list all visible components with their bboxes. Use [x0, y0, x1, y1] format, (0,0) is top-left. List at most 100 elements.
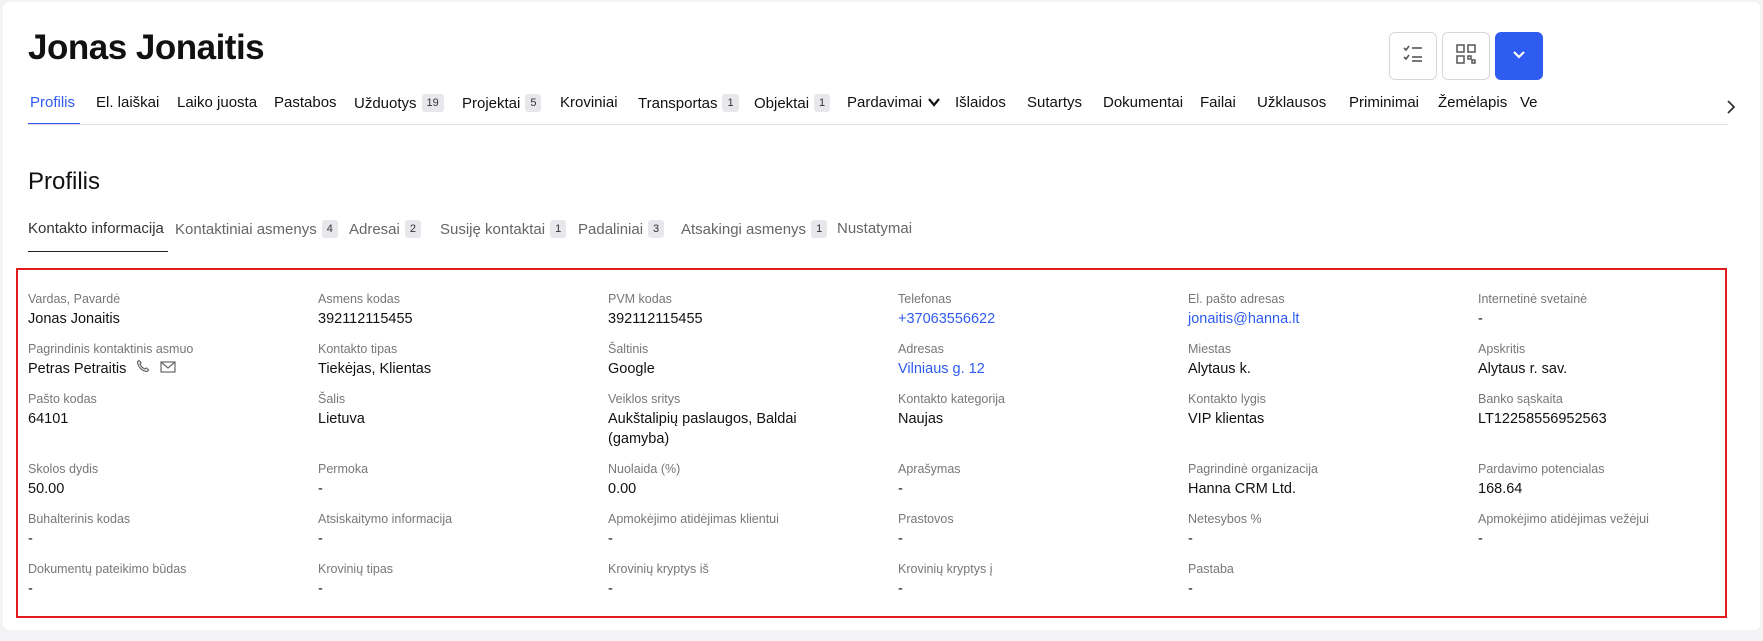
- tabs-scroll-right-icon[interactable]: [1726, 98, 1736, 119]
- field-label: Aprašymas: [898, 462, 961, 476]
- phone-link[interactable]: +37063556622: [898, 309, 1168, 329]
- subtab-atsakingi-asmenys[interactable]: Atsakingi asmenys 1: [681, 220, 828, 238]
- tab-uzklausos[interactable]: Užklausos: [1257, 94, 1326, 111]
- field-discount: Nuolaida (%) 0.00: [608, 461, 878, 499]
- qr-code-button[interactable]: [1442, 32, 1490, 80]
- address-link[interactable]: Vilniaus g. 12: [898, 359, 1168, 379]
- field-postal-code: Pašto kodas 64101: [28, 391, 298, 429]
- tab-kroviniai[interactable]: Kroviniai: [560, 94, 618, 111]
- field-value: 168.64: [1478, 481, 1523, 497]
- field-label: Pašto kodas: [28, 392, 97, 406]
- field-downtime: Prastovos -: [898, 511, 1168, 549]
- field-value: Alytaus k.: [1188, 361, 1251, 377]
- field-value: Hanna CRM Ltd.: [1188, 481, 1296, 497]
- tab-transportas[interactable]: Transportas 1: [638, 94, 739, 112]
- tab-overflow[interactable]: Ve: [1520, 94, 1538, 111]
- tab-badge: 1: [722, 94, 739, 112]
- field-debt: Skolos dydis 50.00: [28, 461, 298, 499]
- field-label: Pastaba: [1188, 562, 1234, 576]
- tab-uzduotys[interactable]: Užduotys 19: [354, 94, 444, 112]
- mail-icon[interactable]: [160, 359, 176, 379]
- field-value: 50.00: [28, 481, 65, 497]
- field-label: Šaltinis: [608, 342, 649, 356]
- subtab-kontaktiniai-asmenys[interactable]: Kontaktiniai asmenys 4: [175, 220, 338, 238]
- field-value: -: [1188, 581, 1193, 597]
- field-contact-type: Kontakto tipas Tiekėjas, Klientas: [318, 341, 588, 379]
- field-label: Vardas, Pavardė: [28, 292, 121, 306]
- field-cargo-from: Krovinių kryptys iš -: [608, 561, 878, 599]
- subtab-padaliniai[interactable]: Padaliniai 3: [578, 220, 665, 238]
- phone-icon[interactable]: [136, 359, 150, 379]
- qr-code-icon: [1456, 43, 1476, 69]
- field-payment-delay-client: Apmokėjimo atidėjimas klientui -: [608, 511, 878, 549]
- field-value: 0.00: [608, 481, 637, 497]
- field-sales-potential: Pardavimo potencialas 168.64: [1478, 461, 1748, 499]
- field-country: Šalis Lietuva: [318, 391, 588, 429]
- field-label: Pardavimo potencialas: [1478, 462, 1605, 476]
- field-overpayment: Permoka -: [318, 461, 588, 499]
- active-subtab-indicator: [28, 251, 168, 252]
- field-value: -: [1478, 531, 1483, 547]
- field-value: -: [318, 531, 323, 547]
- subtab-susije-kontaktai[interactable]: Susiję kontaktai 1: [440, 220, 567, 238]
- field-contact-level: Kontakto lygis VIP klientas: [1188, 391, 1458, 429]
- field-label: Krovinių kryptys į: [898, 562, 993, 576]
- field-value: -: [898, 581, 903, 597]
- field-email: El. pašto adresas jonaitis@hanna.lt: [1188, 291, 1458, 329]
- field-bank-account: Banko sąskaita LT12258556952563: [1478, 391, 1748, 429]
- tab-dokumentai[interactable]: Dokumentai: [1103, 94, 1183, 111]
- tab-laiko-juosta[interactable]: Laiko juosta: [177, 94, 257, 111]
- field-value: -: [28, 531, 33, 547]
- field-value: -: [318, 481, 323, 497]
- field-label: Krovinių tipas: [318, 562, 394, 576]
- field-cargo-to: Krovinių kryptys į -: [898, 561, 1168, 599]
- field-label: Permoka: [318, 462, 369, 476]
- field-value: -: [1478, 311, 1483, 327]
- subtab-adresai[interactable]: Adresai 2: [349, 220, 421, 238]
- field-label: Skolos dydis: [28, 462, 99, 476]
- field-value: -: [318, 581, 323, 597]
- field-value: -: [1188, 531, 1193, 547]
- tab-failai[interactable]: Failai: [1200, 94, 1236, 111]
- subtab-kontakto-informacija[interactable]: Kontakto informacija: [28, 220, 164, 237]
- field-label: PVM kodas: [608, 292, 672, 306]
- tab-projektai[interactable]: Projektai 5: [462, 94, 542, 112]
- field-value: 64101: [28, 411, 69, 427]
- field-value: -: [898, 531, 903, 547]
- tab-priminimai[interactable]: Priminimai: [1349, 94, 1419, 111]
- tab-islaidos[interactable]: Išlaidos: [955, 94, 1006, 111]
- field-vat-code: PVM kodas 392112115455: [608, 291, 878, 329]
- task-list-button[interactable]: [1389, 32, 1437, 80]
- tab-badge: 1: [814, 94, 831, 112]
- subtab-nustatymai[interactable]: Nustatymai: [837, 220, 912, 237]
- field-activity: Veiklos sritys Aukštalipių paslaugos, Ba…: [608, 391, 818, 449]
- subtab-badge: 4: [321, 220, 338, 238]
- field-settlement-info: Atsiskaitymo informacija -: [318, 511, 588, 549]
- field-main-contact: Pagrindinis kontaktinis asmuo Petras Pet…: [28, 341, 298, 379]
- field-value-row: Petras Petraitis: [28, 359, 298, 379]
- field-label: Prastovos: [898, 512, 954, 526]
- email-link[interactable]: jonaitis@hanna.lt: [1188, 309, 1458, 329]
- more-actions-button[interactable]: [1495, 32, 1543, 80]
- tab-objektai[interactable]: Objektai 1: [754, 94, 831, 112]
- tab-pastabos[interactable]: Pastabos: [274, 94, 337, 111]
- field-value: 392112115455: [608, 311, 703, 327]
- chevron-down-icon: [928, 94, 940, 111]
- field-value: -: [608, 531, 613, 547]
- tab-pardavimai[interactable]: Pardavimai: [847, 94, 940, 111]
- tab-profilis[interactable]: Profilis: [30, 94, 75, 111]
- tab-el-laiskai[interactable]: El. laiškai: [96, 94, 159, 111]
- field-label: Asmens kodas: [318, 292, 400, 306]
- subtab-badge: 2: [404, 220, 421, 238]
- tab-zemelapis[interactable]: Žemėlapis: [1438, 94, 1507, 111]
- field-website: Internetinė svetainė -: [1478, 291, 1748, 329]
- field-full-name: Vardas, Pavardė Jonas Jonaitis: [28, 291, 298, 329]
- tab-sutartys[interactable]: Sutartys: [1027, 94, 1082, 111]
- field-personal-code: Asmens kodas 392112115455: [318, 291, 588, 329]
- field-label: Miestas: [1188, 342, 1232, 356]
- field-label: Krovinių kryptys iš: [608, 562, 709, 576]
- field-accounting-code: Buhalterinis kodas -: [28, 511, 298, 549]
- field-main-org: Pagrindinė organizacija Hanna CRM Ltd.: [1188, 461, 1458, 499]
- field-value: -: [28, 581, 33, 597]
- field-label: Nuolaida (%): [608, 462, 681, 476]
